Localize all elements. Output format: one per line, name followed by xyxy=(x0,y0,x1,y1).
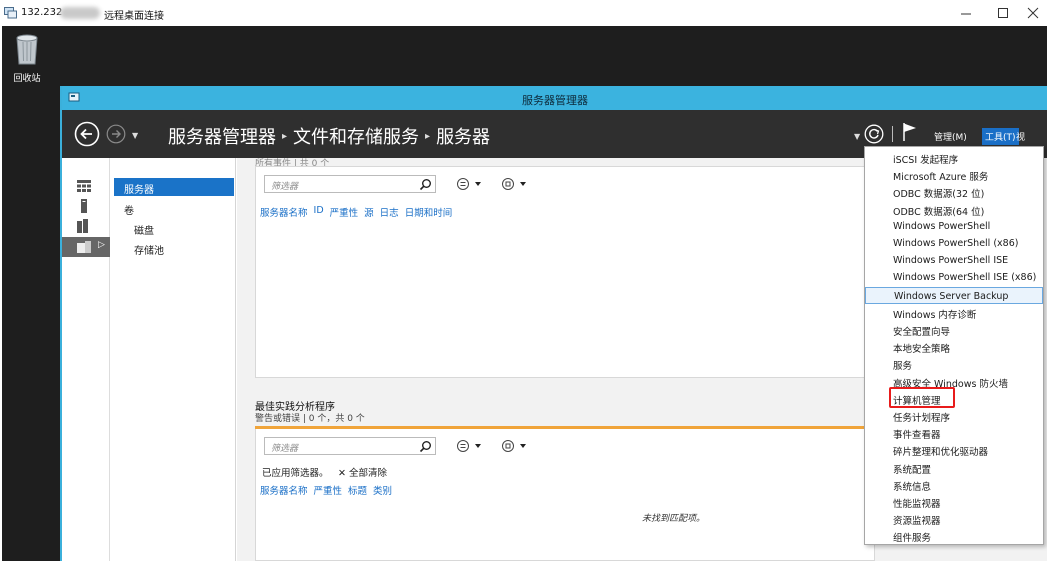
tools-menu-item[interactable]: 资源监视器 xyxy=(865,510,1043,527)
highlight-annotation xyxy=(889,387,955,408)
tools-menu-item[interactable]: Windows PowerShell xyxy=(865,218,1043,235)
file-storage-icon[interactable] xyxy=(76,240,92,254)
filter-applied-text: 已应用筛选器。 xyxy=(262,468,329,479)
rdp-title-ip: 132.232 xyxy=(21,7,63,18)
tools-menu-item[interactable]: Windows Server Backup xyxy=(865,286,1043,304)
tools-menu-item[interactable]: ODBC 数据源(64 位) xyxy=(865,201,1043,218)
column-header[interactable]: 严重性 xyxy=(314,483,343,497)
filter-placeholder: 筛选器 xyxy=(271,444,299,454)
all-servers-icon[interactable] xyxy=(76,219,92,233)
back-arrow-icon[interactable] xyxy=(74,121,100,147)
window-title: 服务器管理器 xyxy=(522,94,588,107)
list-options-icon[interactable] xyxy=(456,439,488,453)
tree-item-disks[interactable]: 磁盘 xyxy=(134,222,154,237)
tools-menu-item[interactable]: 任务计划程序 xyxy=(865,407,1043,424)
rdp-titlebar: 132.232 远程桌面连接 xyxy=(0,0,1047,26)
bpa-panel: 筛选器 已应用筛选器。 ✕ 全部清除 服务器名称 严重性 标题 类别 未找到匹配… xyxy=(255,429,875,561)
tools-menu[interactable]: 工具(T) xyxy=(982,128,1019,145)
column-header[interactable]: 服务器名称 xyxy=(260,483,308,497)
tools-menu-item[interactable]: 安全配置向导 xyxy=(865,321,1043,338)
forward-arrow-icon[interactable] xyxy=(106,124,126,144)
tree-item-storage-pools[interactable]: 存储池 xyxy=(134,242,164,257)
tools-menu-item[interactable]: Windows PowerShell ISE (x86) xyxy=(865,269,1043,286)
no-results-text: 未找到匹配项。 xyxy=(642,514,706,524)
rdp-title-text: 远程桌面连接 xyxy=(104,11,164,22)
save-query-icon[interactable] xyxy=(501,177,533,191)
expand-arrow-icon[interactable]: ▷ xyxy=(98,240,105,250)
recycle-bin-label: 回收站 xyxy=(13,74,41,84)
refresh-dropdown-icon[interactable]: ▼ xyxy=(854,132,860,141)
manage-menu[interactable]: 管理(M) xyxy=(934,130,967,143)
tree-item-servers[interactable]: 服务器 xyxy=(114,178,234,196)
notifications-flag-icon[interactable] xyxy=(902,122,918,142)
refresh-icon[interactable] xyxy=(864,124,884,144)
breadcrumb-item[interactable]: 文件和存储服务 xyxy=(293,123,419,149)
left-nav-icons: ▷ xyxy=(62,158,110,561)
clear-all-button[interactable]: ✕ 全部清除 xyxy=(338,465,387,479)
maximize-icon[interactable] xyxy=(994,4,1012,22)
tools-menu-item[interactable]: 本地安全策略 xyxy=(865,338,1043,355)
window-titlebar: 服务器管理器 xyxy=(62,86,1047,110)
column-header[interactable]: 严重性 xyxy=(330,205,359,219)
search-icon[interactable] xyxy=(419,178,432,191)
tools-menu-item[interactable]: ODBC 数据源(32 位) xyxy=(865,183,1043,200)
tools-menu-item[interactable]: Windows PowerShell ISE xyxy=(865,252,1043,269)
tools-menu-item[interactable]: 碎片整理和优化驱动器 xyxy=(865,441,1043,458)
list-options-icon[interactable] xyxy=(456,177,488,191)
column-header[interactable]: 日期和时间 xyxy=(405,205,453,219)
breadcrumb-separator-icon: ▸ xyxy=(425,130,431,142)
column-header[interactable]: 服务器名称 xyxy=(260,205,308,219)
column-header[interactable]: 类别 xyxy=(373,483,392,497)
tools-menu-item[interactable]: Windows PowerShell (x86) xyxy=(865,235,1043,252)
tools-menu-item[interactable]: 系统信息 xyxy=(865,476,1043,493)
breadcrumb-item[interactable]: 服务器 xyxy=(436,123,490,149)
filter-placeholder: 筛选器 xyxy=(271,182,299,192)
tools-menu-item[interactable]: 系统配置 xyxy=(865,459,1043,476)
breadcrumb: 服务器管理器 ▸ 文件和存储服务 ▸ 服务器 xyxy=(168,123,490,149)
column-header[interactable]: 日志 xyxy=(380,205,399,219)
column-header[interactable]: 源 xyxy=(364,205,374,219)
tools-menu-item[interactable]: 事件查看器 xyxy=(865,424,1043,441)
events-column-headers: 服务器名称 ID 严重性 源 日志 日期和时间 xyxy=(260,205,458,219)
breadcrumb-item[interactable]: 服务器管理器 xyxy=(168,123,276,149)
recycle-bin-icon xyxy=(16,34,38,65)
bpa-filter-input[interactable]: 筛选器 xyxy=(264,437,436,455)
tools-menu-item[interactable]: Windows 内存诊断 xyxy=(865,304,1043,321)
dashboard-icon[interactable] xyxy=(76,179,92,193)
tools-menu-item[interactable]: iSCSI 发起程序 xyxy=(865,149,1043,166)
local-server-icon[interactable] xyxy=(76,199,92,213)
history-dropdown-icon[interactable]: ▼ xyxy=(132,131,138,140)
tree-item-volumes[interactable]: 卷 xyxy=(124,202,134,217)
close-icon[interactable] xyxy=(1024,4,1042,22)
redacted-ip xyxy=(60,7,100,19)
tools-menu-item[interactable]: Microsoft Azure 服务 xyxy=(865,166,1043,183)
view-menu[interactable]: 视 xyxy=(1016,130,1025,143)
bpa-subtitle: 警告或错误 | 0 个，共 0 个 xyxy=(255,414,365,424)
search-icon[interactable] xyxy=(419,440,432,453)
file-storage-tree: 服务器 卷 磁盘 存储池 xyxy=(110,158,236,561)
tools-menu-item[interactable]: 组件服务 xyxy=(865,527,1043,544)
save-query-icon[interactable] xyxy=(501,439,533,453)
tools-dropdown-menu: iSCSI 发起程序 Microsoft Azure 服务 ODBC 数据源(32 … xyxy=(864,146,1044,545)
events-filter-input[interactable]: 筛选器 xyxy=(264,175,436,193)
tools-menu-item[interactable]: 服务 xyxy=(865,355,1043,372)
screen: 132.232 远程桌面连接 回收站 服务器管理器 ▼ 服务器管理器 ▸ 文件和… xyxy=(0,0,1047,561)
remote-desktop-icon xyxy=(4,7,17,19)
bpa-column-headers: 服务器名称 严重性 标题 类别 xyxy=(260,483,398,497)
column-header[interactable]: 标题 xyxy=(348,483,367,497)
column-header[interactable]: ID xyxy=(314,205,324,219)
recycle-bin[interactable]: 回收站 xyxy=(10,32,44,84)
minimize-icon[interactable] xyxy=(957,4,975,22)
breadcrumb-separator-icon: ▸ xyxy=(282,130,288,142)
events-panel: 筛选器 服务器名称 ID 严重性 源 日志 日期和时间 xyxy=(255,166,875,378)
header-divider xyxy=(892,126,893,142)
tools-menu-item[interactable]: 性能监视器 xyxy=(865,493,1043,510)
